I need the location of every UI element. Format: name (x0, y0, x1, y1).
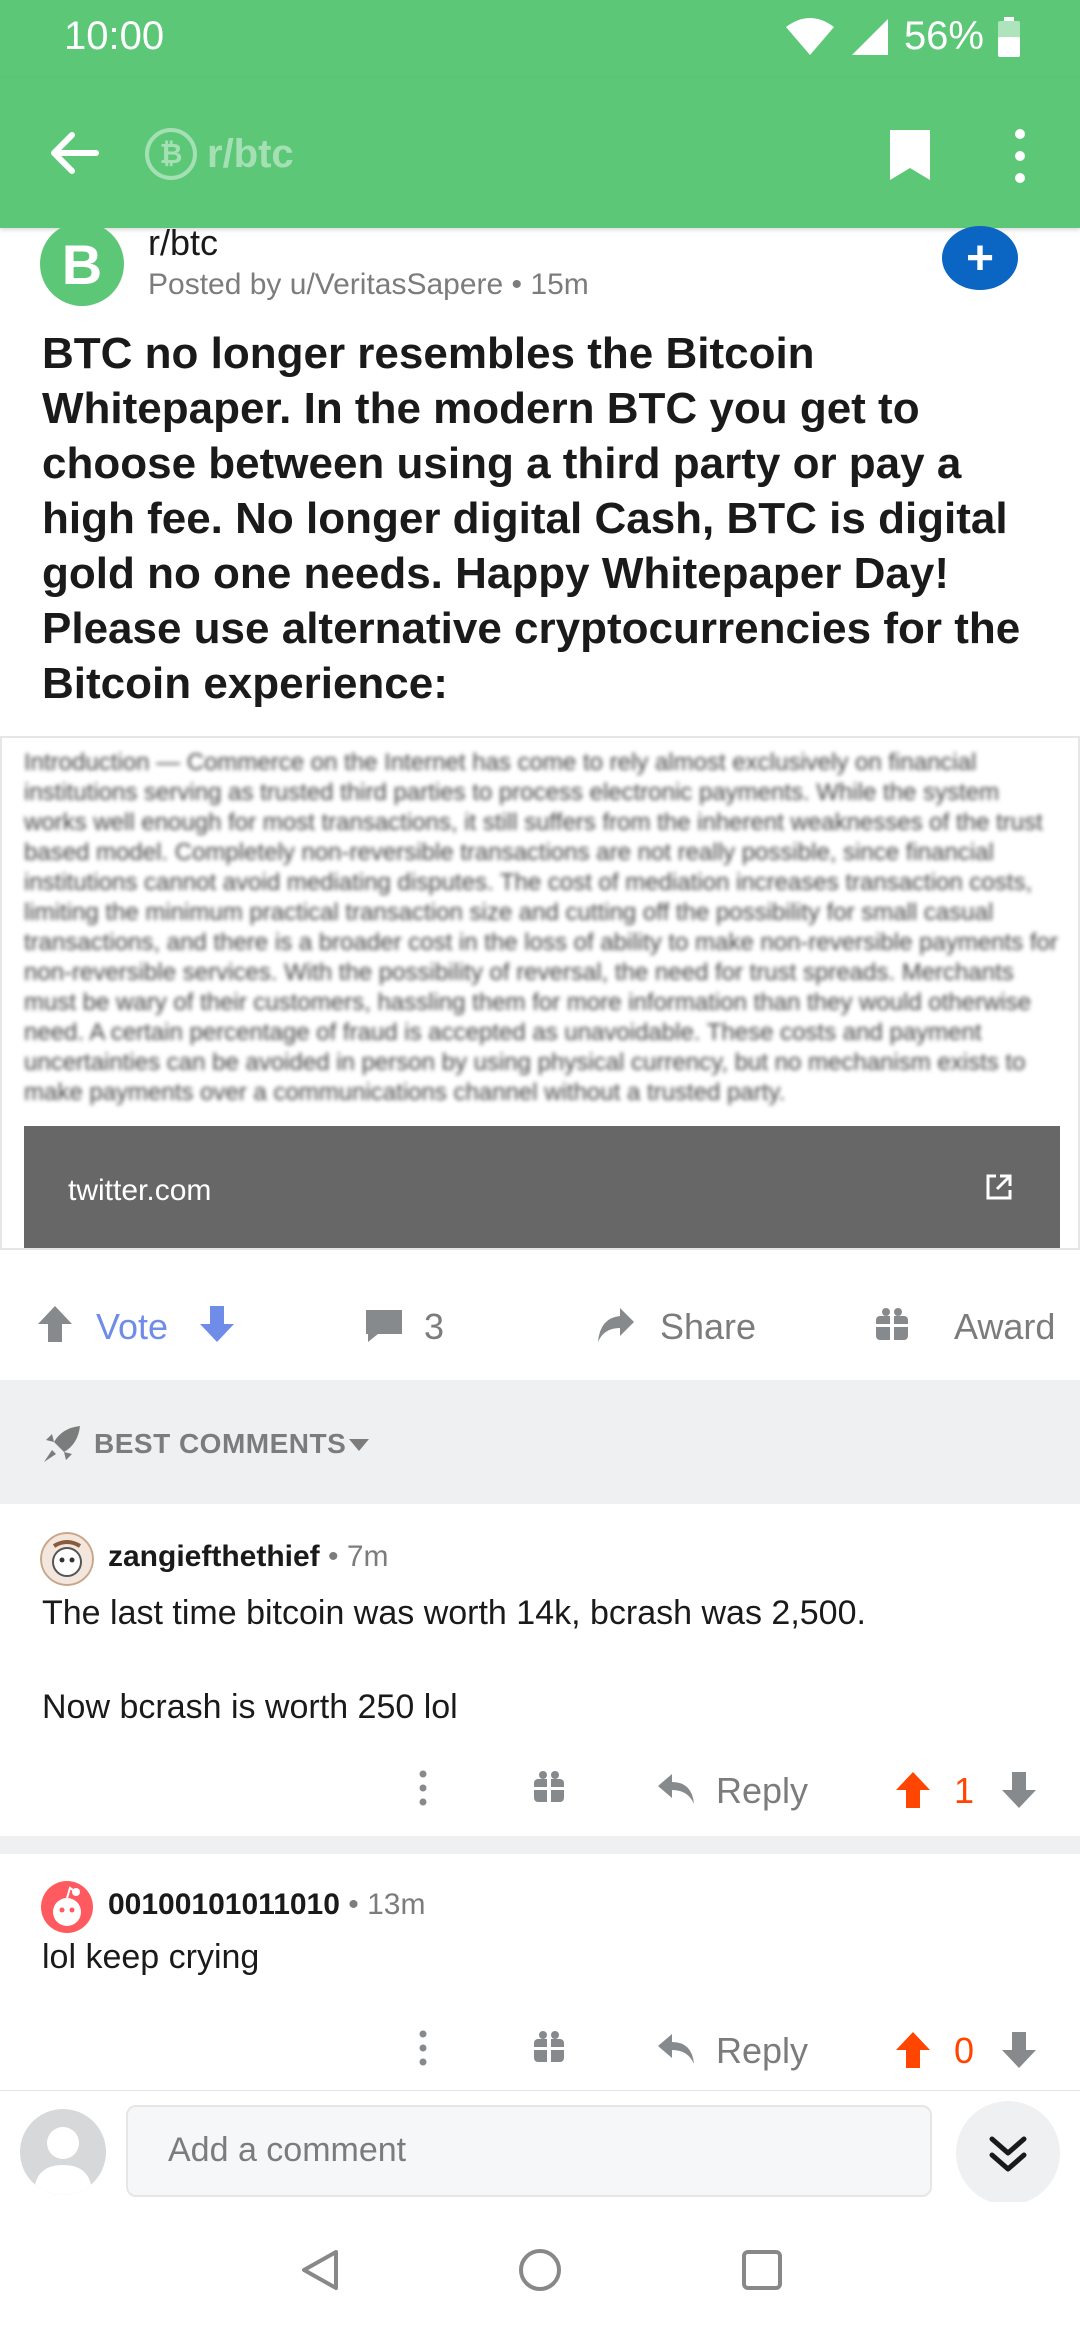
post-author-meta[interactable]: Posted by u/VeritasSapere • 15m (148, 268, 589, 302)
wifi-icon (785, 17, 834, 55)
upvote-icon[interactable] (36, 1304, 74, 1344)
comment-age: • 7m (328, 1540, 389, 1573)
user-avatar-icon[interactable] (40, 1532, 94, 1586)
comment-text-line: Now bcrash is worth 250 lol (42, 1688, 458, 1726)
comment: zangiefthethief • 7m The last time bitco… (0, 1504, 1080, 1834)
battery-icon (998, 16, 1020, 57)
bitcoin-coin-icon: ₿ (145, 128, 197, 180)
external-link-icon (986, 1174, 1012, 1200)
app-bar: ₿ r/btc (0, 78, 1080, 228)
user-avatar-icon[interactable] (40, 1880, 94, 1934)
comment-composer: Add a comment (0, 2090, 1080, 2205)
sort-label: BEST COMMENTS (94, 1428, 347, 1459)
downvote-icon[interactable] (1000, 2030, 1038, 2070)
back-arrow-icon[interactable] (44, 123, 104, 183)
post-subreddit[interactable]: r/btc (148, 222, 218, 264)
post-header: B r/btc Posted by u/VeritasSapere • 15m (40, 222, 1040, 306)
post-title: BTC no longer resembles the Bitcoin Whit… (42, 329, 1021, 708)
share-button[interactable]: Share (660, 1306, 756, 1348)
appbar-subreddit[interactable]: ₿ r/btc (145, 128, 294, 180)
bookmark-icon[interactable] (888, 128, 932, 182)
more-vert-icon[interactable] (1010, 128, 1030, 184)
comment-score: 1 (954, 1770, 975, 1811)
share-icon[interactable] (596, 1304, 636, 1344)
status-time: 10:00 (64, 14, 165, 58)
comment-age: • 13m (348, 1888, 426, 1921)
gift-icon[interactable] (532, 2030, 566, 2064)
subreddit-avatar[interactable]: B (40, 222, 124, 306)
gift-icon[interactable] (532, 1770, 566, 1804)
comment-divider (0, 1836, 1080, 1854)
more-vert-icon[interactable] (418, 1770, 428, 1806)
user-silhouette-icon (34, 2127, 92, 2195)
current-user-avatar (20, 2109, 106, 2195)
comment: 00100101011010 • 13m lol keep crying Rep… (0, 1854, 1080, 2090)
reply-button[interactable]: Reply (716, 2030, 808, 2072)
cell-signal-icon (851, 18, 888, 55)
vote-label: Vote (96, 1306, 169, 1347)
plus-icon: + (965, 231, 995, 285)
post-actions: Vote 3 Share Award (0, 1252, 1080, 1380)
comment-actions: Reply 0 (0, 2020, 1080, 2080)
comments-count[interactable]: 3 (424, 1306, 444, 1348)
status-icons: 56% (784, 14, 1020, 59)
award-button[interactable]: Award (954, 1306, 1055, 1348)
join-subreddit-button[interactable]: + (942, 226, 1018, 290)
comment-actions: Reply 1 (0, 1760, 1080, 1820)
comment-meta: 00100101011010 • 13m (108, 1888, 425, 1922)
reply-button[interactable]: Reply (716, 1770, 808, 1812)
system-nav-bar (0, 2202, 1080, 2340)
downvote-icon[interactable] (198, 1304, 236, 1344)
double-chevron-down-icon (989, 2136, 1027, 2172)
comment-username[interactable]: zangiefthethief (108, 1540, 320, 1573)
comment-body: lol keep crying (42, 1934, 1042, 1981)
comment-meta: zangiefthethief • 7m (108, 1540, 389, 1574)
appbar-subreddit-name: r/btc (207, 131, 294, 176)
collapse-comments-button[interactable] (956, 2101, 1060, 2205)
upvote-icon[interactable] (894, 1770, 932, 1810)
nav-back-icon[interactable] (296, 2246, 344, 2294)
reply-icon[interactable] (656, 2032, 696, 2066)
status-bar: 10:00 56% (0, 0, 1080, 78)
reply-icon[interactable] (656, 1772, 696, 1806)
chevron-down-icon (349, 1439, 369, 1451)
upvote-icon[interactable] (894, 2030, 932, 2070)
comment-username[interactable]: 00100101011010 (108, 1888, 340, 1921)
bitcoin-logo-icon: B (61, 232, 103, 296)
link-domain: twitter.com (68, 1174, 212, 1207)
rocket-icon (44, 1426, 80, 1462)
more-vert-icon[interactable] (418, 2030, 428, 2066)
comment-text-line: The last time bitcoin was worth 14k, bcr… (42, 1594, 866, 1632)
comment-score: 0 (954, 2030, 975, 2071)
add-comment-input[interactable]: Add a comment (126, 2105, 932, 2197)
battery-level: 56% (903, 14, 984, 58)
nav-home-icon[interactable] (516, 2246, 564, 2294)
comment-body: The last time bitcoin was worth 14k, bcr… (42, 1590, 1042, 1731)
link-preview[interactable]: Introduction — Commerce on the Internet … (0, 736, 1080, 1250)
gift-icon[interactable] (874, 1306, 910, 1342)
downvote-icon[interactable] (1000, 1770, 1038, 1810)
comment-bubble-icon[interactable] (364, 1308, 404, 1344)
comment-sort-bar[interactable]: BEST COMMENTS (0, 1380, 1080, 1504)
comment-text-line: lol keep crying (42, 1938, 260, 1976)
nav-recents-icon[interactable] (738, 2246, 786, 2294)
